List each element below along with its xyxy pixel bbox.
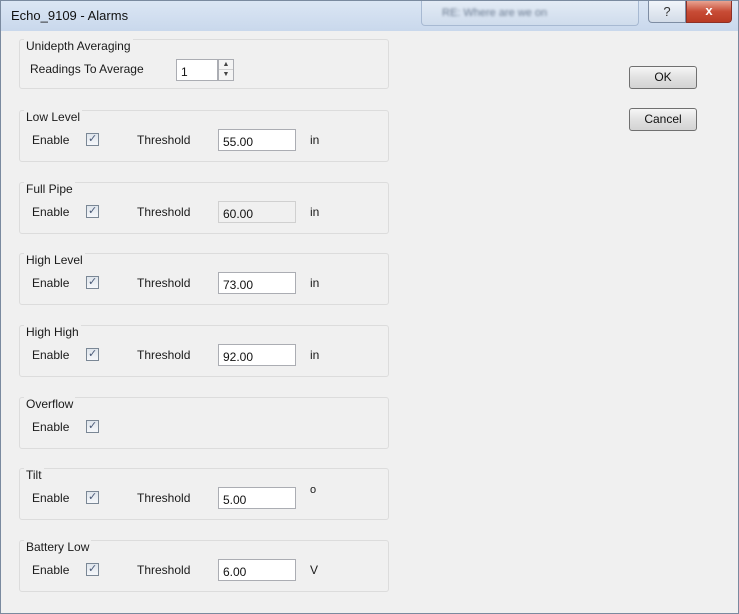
alarms-dialog: Echo_9109 - Alarms RE: Where are we on ?…	[0, 0, 739, 614]
low-level-threshold-input[interactable]	[218, 129, 296, 151]
threshold-label: Threshold	[137, 276, 191, 290]
unit-label: o	[310, 484, 317, 496]
low-level-enable-checkbox[interactable]	[86, 132, 99, 146]
enable-label: Enable	[32, 276, 70, 290]
enable-label: Enable	[32, 133, 70, 147]
group-title: Overflow	[24, 397, 76, 411]
battery-low-group: Battery Low Enable Threshold V	[19, 540, 389, 592]
tilt-group: Tilt Enable Threshold o	[19, 468, 389, 520]
readings-to-average-label: Readings To Average	[30, 62, 144, 76]
unit-label: in	[310, 205, 320, 219]
unit-label: in	[310, 348, 320, 362]
full-pipe-enable-checkbox[interactable]	[86, 204, 99, 218]
full-pipe-group: Full Pipe Enable Threshold in	[19, 182, 389, 234]
unit-label: in	[310, 133, 320, 147]
high-high-enable-checkbox[interactable]	[86, 347, 99, 361]
enable-label: Enable	[32, 491, 70, 505]
threshold-label: Threshold	[137, 205, 191, 219]
readings-to-average-input[interactable]	[176, 59, 218, 81]
enable-label: Enable	[32, 420, 70, 434]
high-level-enable-checkbox[interactable]	[86, 275, 99, 289]
close-button[interactable]: x	[686, 1, 732, 23]
threshold-label: Threshold	[137, 348, 191, 362]
battery-low-enable-checkbox[interactable]	[86, 562, 99, 576]
enable-label: Enable	[32, 348, 70, 362]
overflow-group: Overflow Enable	[19, 397, 389, 449]
readings-spinner[interactable]: ▲ ▼	[218, 59, 234, 81]
high-high-group: High High Enable Threshold in	[19, 325, 389, 377]
background-tab-text: RE: Where are we on	[442, 7, 548, 19]
unit-label: V	[310, 563, 319, 577]
cancel-button[interactable]: Cancel	[629, 108, 697, 131]
full-pipe-threshold-input	[218, 201, 296, 223]
group-title: High Level	[24, 253, 85, 267]
high-level-threshold-input[interactable]	[218, 272, 296, 294]
threshold-label: Threshold	[137, 491, 191, 505]
unidepth-averaging-group: Unidepth Averaging Readings To Average ▲…	[19, 39, 389, 89]
group-title: Low Level	[24, 110, 83, 124]
threshold-label: Threshold	[137, 563, 191, 577]
group-title: Battery Low	[24, 540, 92, 554]
spin-up-icon[interactable]: ▲	[219, 60, 233, 70]
help-button[interactable]: ?	[648, 1, 686, 23]
overflow-enable-checkbox[interactable]	[86, 419, 99, 433]
group-title: Full Pipe	[24, 182, 75, 196]
group-title: High High	[24, 325, 81, 339]
tilt-threshold-input[interactable]	[218, 487, 296, 509]
battery-low-threshold-input[interactable]	[218, 559, 296, 581]
background-window-tab[interactable]: RE: Where are we on	[421, 1, 639, 26]
window-title: Echo_9109 - Alarms	[11, 8, 129, 23]
title-bar[interactable]: Echo_9109 - Alarms RE: Where are we on ?…	[1, 1, 738, 31]
high-level-group: High Level Enable Threshold in	[19, 253, 389, 305]
group-title: Tilt	[24, 468, 44, 482]
dialog-client-area: Unidepth Averaging Readings To Average ▲…	[9, 31, 730, 613]
tilt-enable-checkbox[interactable]	[86, 490, 99, 504]
ok-button[interactable]: OK	[629, 66, 697, 89]
spin-down-icon[interactable]: ▼	[219, 70, 233, 79]
enable-label: Enable	[32, 205, 70, 219]
high-high-threshold-input[interactable]	[218, 344, 296, 366]
threshold-label: Threshold	[137, 133, 191, 147]
group-title: Unidepth Averaging	[24, 39, 133, 53]
low-level-group: Low Level Enable Threshold in	[19, 110, 389, 162]
unit-label: in	[310, 276, 320, 290]
enable-label: Enable	[32, 563, 70, 577]
